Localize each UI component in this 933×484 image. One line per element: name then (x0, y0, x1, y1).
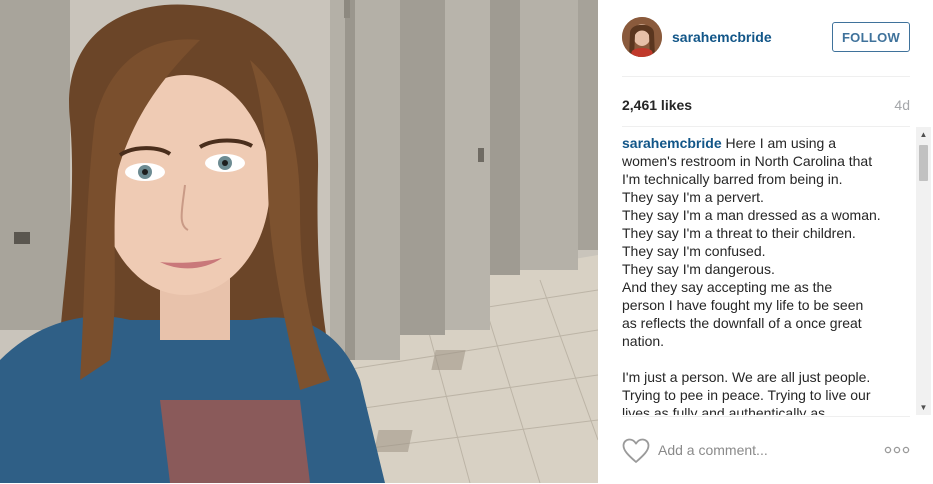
header-username-link[interactable]: sarahemcbride (672, 29, 772, 45)
caption-line: Trying to pee in peace. Trying to live o… (622, 387, 871, 403)
caption-text: sarahemcbride Here I am using a women's … (622, 134, 898, 415)
follow-button[interactable]: FOLLOW (832, 22, 910, 52)
caption-line: person I have fought my life to be seen (622, 297, 864, 313)
avatar[interactable] (622, 17, 662, 57)
scrollbar-thumb[interactable] (919, 145, 928, 181)
post-photo-image (0, 0, 598, 483)
caption-line: lives as fully and authentically as (622, 405, 826, 415)
avatar-image (622, 17, 662, 57)
caption-line: They say I'm confused. (622, 243, 766, 259)
caption-username-link[interactable]: sarahemcbride (622, 135, 722, 151)
post-header: sarahemcbride FOLLOW (622, 0, 910, 77)
caption-line-text: Here I am using a (721, 135, 836, 151)
caption-line: women's restroom in North Carolina that (622, 153, 873, 169)
caption-line: as reflects the downfall of a once great (622, 315, 862, 331)
post-timestamp[interactable]: 4d (894, 97, 910, 113)
caption-line: I'm technically barred from being in. (622, 171, 843, 187)
caption-line: And they say accepting me as the (622, 279, 833, 295)
caption-scrollbar[interactable]: ▲ ▼ (916, 127, 931, 415)
post-photo[interactable] (0, 0, 598, 483)
caption-line: They say I'm a man dressed as a woman. (622, 207, 881, 223)
comment-bar (622, 416, 910, 484)
caption-line: They say I'm a pervert. (622, 189, 764, 205)
post-stats: 2,461 likes 4d (622, 76, 910, 127)
caption-line: They say I'm dangerous. (622, 261, 775, 277)
caption-line: I'm just a person. We are all just peopl… (622, 369, 871, 385)
comment-input[interactable] (658, 439, 868, 461)
more-options-icon[interactable] (884, 443, 910, 455)
caption-line (622, 350, 898, 368)
likes-count[interactable]: 2,461 likes (622, 97, 692, 113)
caption-scroll-area[interactable]: sarahemcbride Here I am using a women's … (622, 127, 931, 415)
caption-line: nation. (622, 333, 665, 349)
post-details-panel: sarahemcbride FOLLOW 2,461 likes 4d sara… (598, 0, 933, 483)
scroll-up-arrow-icon[interactable]: ▲ (916, 127, 931, 142)
scroll-down-arrow-icon[interactable]: ▼ (916, 400, 931, 415)
caption-line-0: sarahemcbride Here I am using a (622, 134, 898, 152)
caption-line: They say I'm a threat to their children. (622, 225, 856, 241)
heart-icon[interactable] (622, 438, 650, 464)
